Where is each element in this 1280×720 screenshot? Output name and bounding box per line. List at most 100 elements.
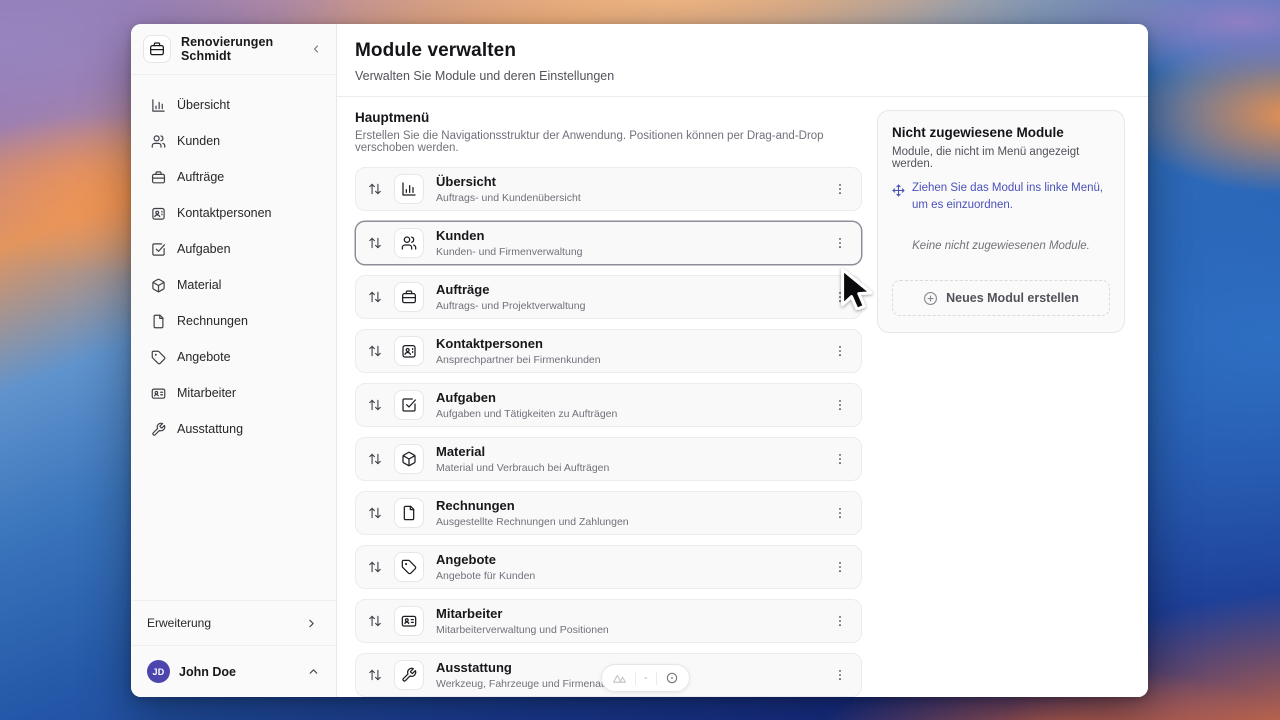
drag-handle-icon[interactable]: [365, 398, 385, 412]
module-menu-button[interactable]: [829, 178, 851, 200]
package-icon: [152, 278, 165, 292]
content: Hauptmenü Erstellen Sie die Navigationss…: [337, 97, 1148, 697]
module-icon-box: [394, 552, 424, 582]
toolbar-divider: [655, 671, 657, 685]
module-menu-button[interactable]: [829, 502, 851, 524]
nav-icon: [151, 350, 166, 365]
page-header: Module verwalten Verwalten Sie Module un…: [337, 24, 1148, 97]
drag-handle-icon[interactable]: [365, 236, 385, 250]
drag-handle-icon[interactable]: [365, 506, 385, 520]
user-menu[interactable]: JD John Doe: [131, 645, 336, 697]
drag-handle-icon[interactable]: [365, 452, 385, 466]
module-menu-button[interactable]: [829, 610, 851, 632]
module-row[interactable]: Material Material und Verbrauch bei Auft…: [355, 437, 862, 481]
module-title: Rechnungen: [436, 498, 515, 513]
module-icon-box: [394, 390, 424, 420]
sidebar-item-ausstattung[interactable]: Ausstattung: [143, 413, 324, 445]
module-row[interactable]: Mitarbeiter Mitarbeiterverwaltung und Po…: [355, 599, 862, 643]
kebab-icon: [839, 183, 841, 195]
sidebar-item-rechnungen[interactable]: Rechnungen: [143, 305, 324, 337]
page-title: Module verwalten: [355, 40, 517, 61]
tag-icon: [401, 559, 417, 575]
mountains-icon[interactable]: [612, 671, 627, 686]
module-icon-box: [394, 228, 424, 258]
app-window: Renovierungen Schmidt Übersicht Kunden A…: [131, 24, 1148, 697]
move-icon: [892, 184, 905, 213]
module-menu-button[interactable]: [829, 232, 851, 254]
module-row[interactable]: Aufträge Auftrags- und Projektverwaltung: [355, 275, 862, 319]
drag-handle-icon[interactable]: [365, 290, 385, 304]
module-text: Angebote Angebote für Kunden: [433, 552, 820, 582]
workspace-logo: [143, 35, 171, 63]
module-title: Mitarbeiter: [436, 606, 503, 621]
sidebar-item-aufgaben[interactable]: Aufgaben: [143, 233, 324, 265]
module-icon-box: [394, 606, 424, 636]
drag-handle-icon[interactable]: [365, 344, 385, 358]
module-menu-button[interactable]: [829, 286, 851, 308]
user-name: John Doe: [179, 664, 236, 679]
sidebar-item-label: Material: [177, 278, 222, 292]
module-row[interactable]: Kunden Kunden- und Firmenverwaltung: [355, 221, 862, 265]
panel-description: Module, die nicht im Menü angezeigt werd…: [892, 146, 1080, 170]
tag-icon: [151, 350, 166, 364]
sidebar-item-mitarbeiter[interactable]: Mitarbeiter: [143, 377, 324, 409]
sidebar-item-kunden[interactable]: Kunden: [143, 125, 324, 157]
drag-handle-icon[interactable]: [365, 668, 385, 682]
sidebar-item-label: Mitarbeiter: [177, 386, 237, 400]
sidebar-item-angebote[interactable]: Angebote: [143, 341, 324, 373]
module-title: Übersicht: [436, 174, 496, 189]
kebab-icon: [839, 399, 841, 411]
sidebar-item-material[interactable]: Material: [143, 269, 324, 301]
module-description: Auftrags- und Kundenübersicht: [436, 192, 581, 204]
module-row[interactable]: Kontaktpersonen Ansprechpartner bei Firm…: [355, 329, 862, 373]
module-row[interactable]: Angebote Angebote für Kunden: [355, 545, 862, 589]
module-menu-button[interactable]: [829, 340, 851, 362]
drag-handle-icon[interactable]: [365, 614, 385, 628]
sidebar-nav: Übersicht Kunden Aufträge Kontaktpersone…: [131, 75, 336, 453]
minus-label[interactable]: -: [644, 672, 648, 684]
unassigned-modules-panel: Nicht zugewiesene Module Module, die nic…: [877, 110, 1125, 334]
module-text: Aufträge Auftrags- und Projektverwaltung: [433, 282, 820, 312]
module-menu-button[interactable]: [829, 394, 851, 416]
target-icon[interactable]: [665, 671, 679, 685]
drag-handle-icon[interactable]: [365, 182, 385, 196]
sidebar-item-erweiterung[interactable]: Erweiterung: [131, 600, 336, 645]
floating-mini-toolbar[interactable]: -: [601, 664, 690, 692]
module-title: Kunden: [436, 228, 485, 243]
avatar: JD: [147, 660, 170, 683]
chevron-up-icon: [307, 665, 320, 678]
kebab-icon: [839, 345, 841, 357]
kebab-icon: [839, 453, 841, 465]
module-menu-button[interactable]: [829, 556, 851, 578]
sidebar-item-auftr-ge[interactable]: Aufträge: [143, 161, 324, 193]
nav-icon: [151, 386, 166, 401]
sidebar-item-kontaktpersonen[interactable]: Kontaktpersonen: [143, 197, 324, 229]
extension-label: Erweiterung: [147, 616, 212, 630]
package-icon: [402, 451, 416, 467]
empty-message: Keine nicht zugewiesenen Module.: [912, 240, 1090, 253]
module-icon-box: [394, 660, 424, 690]
module-description: Material und Verbrauch bei Aufträgen: [436, 462, 610, 474]
module-row[interactable]: Rechnungen Ausgestellte Rechnungen und Z…: [355, 491, 862, 535]
module-menu-button[interactable]: [829, 664, 851, 686]
kebab-icon: [839, 615, 841, 627]
drag-hint: Ziehen Sie das Modul ins linke Menü, um …: [892, 180, 1110, 213]
module-list: Übersicht Auftrags- und Kundenübersicht …: [355, 167, 862, 697]
create-module-button[interactable]: Neues Modul erstellen: [892, 280, 1110, 317]
sidebar-item--bersicht[interactable]: Übersicht: [143, 89, 324, 121]
module-title: Aufgaben: [436, 390, 496, 405]
module-text: Rechnungen Ausgestellte Rechnungen und Z…: [433, 498, 820, 528]
sidebar-collapse-button[interactable]: [308, 41, 324, 57]
chart-icon: [402, 182, 416, 196]
module-row[interactable]: Übersicht Auftrags- und Kundenübersicht: [355, 167, 862, 211]
chart-icon: [152, 98, 165, 112]
drag-handle-icon[interactable]: [365, 560, 385, 574]
module-text: Material Material und Verbrauch bei Auft…: [433, 444, 820, 474]
module-menu-button[interactable]: [829, 448, 851, 470]
section-description: Erstellen Sie die Navigationsstruktur de…: [355, 130, 824, 154]
module-title: Kontaktpersonen: [436, 336, 543, 351]
module-row[interactable]: Aufgaben Aufgaben und Tätigkeiten zu Auf…: [355, 383, 862, 427]
module-icon-box: [394, 336, 424, 366]
nav-icon: [151, 170, 166, 185]
